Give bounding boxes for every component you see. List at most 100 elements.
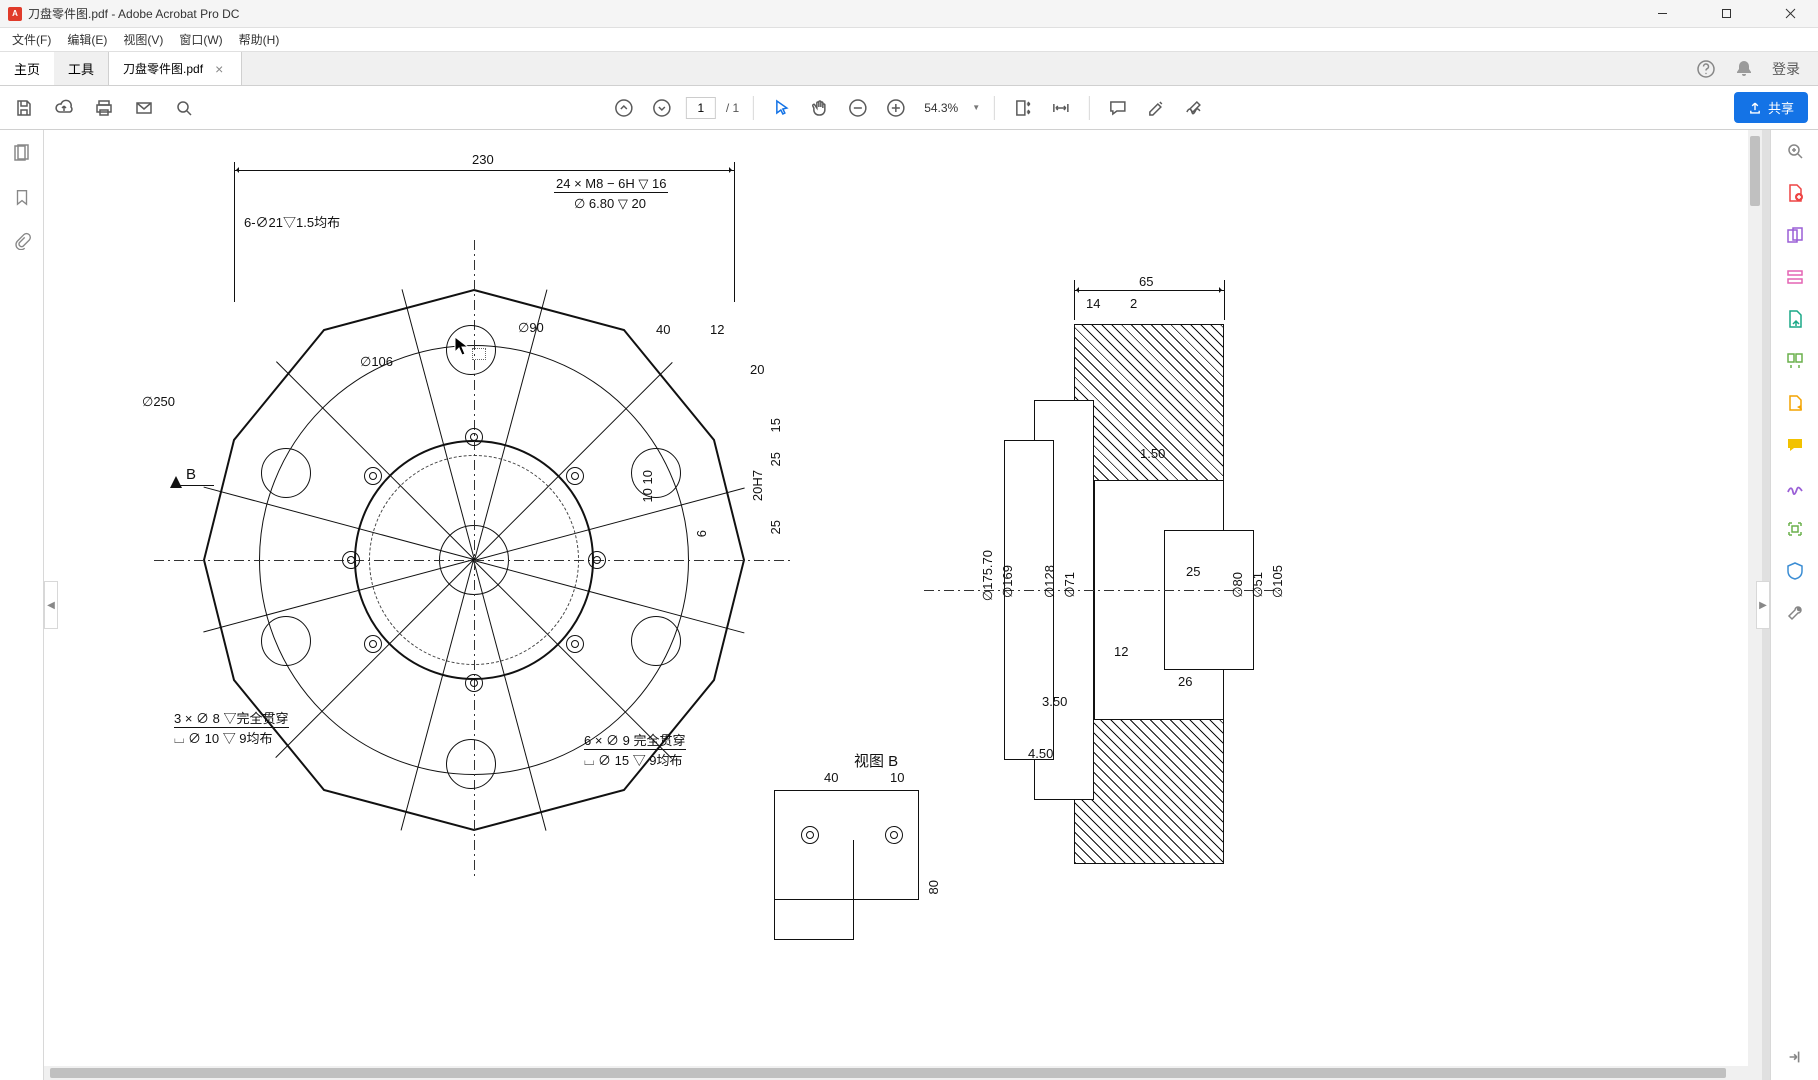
close-window-button[interactable]	[1770, 0, 1810, 28]
sign-icon[interactable]	[1180, 94, 1208, 122]
d169: ∅169	[1000, 565, 1015, 598]
dim-25s: 25	[1186, 564, 1200, 579]
selection-tool-icon[interactable]	[768, 94, 796, 122]
dim-26: 26	[1178, 674, 1192, 689]
more-tools-icon[interactable]	[1784, 602, 1806, 624]
dim-25a: 25	[768, 452, 783, 466]
dim-3-50: 3.50	[1042, 694, 1067, 709]
notifications-icon[interactable]	[1734, 59, 1754, 79]
export-pdf-icon[interactable]	[1784, 308, 1806, 330]
pdf-app-icon: A	[8, 7, 22, 21]
dim-20: 20	[750, 362, 764, 377]
minimize-button[interactable]	[1642, 0, 1682, 28]
left-rail-collapse[interactable]: ◀	[44, 581, 58, 629]
d105: ∅105	[1270, 565, 1285, 598]
maximize-button[interactable]	[1706, 0, 1746, 28]
menu-view[interactable]: 视图(V)	[115, 29, 171, 50]
document-viewport[interactable]: 230 24 × M8 − 6H ▽ 16 ∅ 6.80 ▽ 20 6-∅21▽…	[44, 130, 1770, 1080]
email-icon[interactable]	[130, 94, 158, 122]
zoom-in-icon[interactable]	[882, 94, 910, 122]
thread-spec-2: ∅ 6.80 ▽ 20	[574, 196, 646, 212]
section-B: B	[186, 466, 196, 483]
tab-document[interactable]: 刀盘零件图.pdf ×	[108, 52, 242, 85]
d175-70: ∅175.70	[980, 550, 995, 601]
comment-tool-icon[interactable]	[1784, 434, 1806, 456]
create-pdf-icon[interactable]	[1784, 182, 1806, 204]
tab-home[interactable]: 主页	[0, 52, 54, 85]
right-rail-collapse[interactable]: ▶	[1756, 581, 1770, 629]
tab-close-button[interactable]: ×	[211, 61, 227, 77]
bookmark-icon[interactable]	[11, 186, 33, 208]
dim-d106: ∅106	[360, 354, 393, 370]
organize-pages-icon[interactable]	[1784, 350, 1806, 372]
save-icon[interactable]	[10, 94, 38, 122]
dim-2: 2	[1130, 296, 1137, 311]
dim-20h7: 20H7	[750, 470, 765, 501]
dim-4-50: 4.50	[1028, 746, 1053, 761]
highlight-icon[interactable]	[1142, 94, 1170, 122]
protect-icon[interactable]	[1784, 560, 1806, 582]
menu-file[interactable]: 文件(F)	[4, 29, 59, 50]
dim-d90: ∅90	[518, 320, 544, 336]
note-3x8-1: 3 × ∅ 8 ▽完全贯穿	[174, 708, 289, 728]
detail-b-title: 视图 B	[854, 750, 898, 771]
menu-edit[interactable]: 编辑(E)	[59, 29, 115, 50]
note-6x9-1: 6 × ∅ 9 完全贯穿	[584, 730, 686, 750]
page-number-input[interactable]	[686, 97, 716, 119]
share-button[interactable]: 共享	[1734, 92, 1808, 123]
note-6x9-2: ⌴ ∅ 15 ▽ 9均布	[584, 753, 683, 768]
search-zoom-icon[interactable]	[1784, 140, 1806, 162]
help-icon[interactable]	[1696, 59, 1716, 79]
menu-help[interactable]: 帮助(H)	[231, 29, 288, 50]
page-total-label: / 1	[726, 101, 739, 115]
dim-40: 40	[656, 322, 670, 337]
menu-bar: 文件(F) 编辑(E) 视图(V) 窗口(W) 帮助(H)	[0, 28, 1818, 52]
fit-width-icon[interactable]	[1047, 94, 1075, 122]
fit-page-icon[interactable]	[1009, 94, 1037, 122]
zoom-value[interactable]: 54.3%	[920, 101, 962, 115]
page-up-icon[interactable]	[610, 94, 638, 122]
dim-230: 230	[472, 152, 494, 167]
zoom-dropdown-icon[interactable]: ▼	[972, 103, 980, 112]
print-icon[interactable]	[90, 94, 118, 122]
rail-expand-icon[interactable]	[1784, 1046, 1806, 1068]
left-nav-rail	[0, 130, 44, 1080]
attachment-icon[interactable]	[11, 230, 33, 252]
send-comments-icon[interactable]	[1784, 392, 1806, 414]
login-link[interactable]: 登录	[1772, 59, 1800, 79]
dim-25b: 25	[768, 520, 783, 534]
cloud-upload-icon[interactable]	[50, 94, 78, 122]
horizontal-scrollbar[interactable]	[44, 1066, 1748, 1080]
toolbar: / 1 54.3% ▼ 共享	[0, 86, 1818, 130]
window-controls	[1642, 0, 1810, 28]
main-area: ◀ 230 24 × M8 − 6H ▽ 16 ∅ 6.80 ▽ 20 6-∅2…	[0, 130, 1818, 1080]
dim-6: 6	[694, 530, 709, 537]
comment-icon[interactable]	[1104, 94, 1132, 122]
dim-65: 65	[1139, 274, 1153, 289]
search-icon[interactable]	[170, 94, 198, 122]
tab-tools[interactable]: 工具	[54, 52, 108, 85]
d128: ∅128	[1042, 565, 1057, 598]
section-arrow-icon	[170, 476, 182, 494]
dim-12s: 12	[1114, 644, 1128, 659]
d71: ∅71	[1062, 572, 1077, 598]
edit-pdf-icon[interactable]	[1784, 266, 1806, 288]
dim-14: 14	[1086, 296, 1100, 311]
d51: ∅51	[1250, 572, 1265, 598]
title-bar: A 刀盘零件图.pdf - Adobe Acrobat Pro DC	[0, 0, 1818, 28]
zoom-out-icon[interactable]	[844, 94, 872, 122]
detail-dim-80: 80	[926, 880, 941, 894]
combine-files-icon[interactable]	[1784, 224, 1806, 246]
right-tool-rail	[1770, 130, 1818, 1080]
tab-document-label: 刀盘零件图.pdf	[123, 60, 203, 77]
dim-1010: 10 10	[640, 470, 655, 503]
fill-sign-icon[interactable]	[1784, 476, 1806, 498]
dim-1-50: 1.50	[1140, 446, 1165, 461]
scan-ocr-icon[interactable]	[1784, 518, 1806, 540]
page-down-icon[interactable]	[648, 94, 676, 122]
thumbnails-icon[interactable]	[11, 142, 33, 164]
menu-window[interactable]: 窗口(W)	[171, 29, 230, 50]
hand-tool-icon[interactable]	[806, 94, 834, 122]
note-3x8-2: ⌴ ∅ 10 ▽ 9均布	[174, 731, 273, 746]
dim-12: 12	[710, 322, 724, 337]
